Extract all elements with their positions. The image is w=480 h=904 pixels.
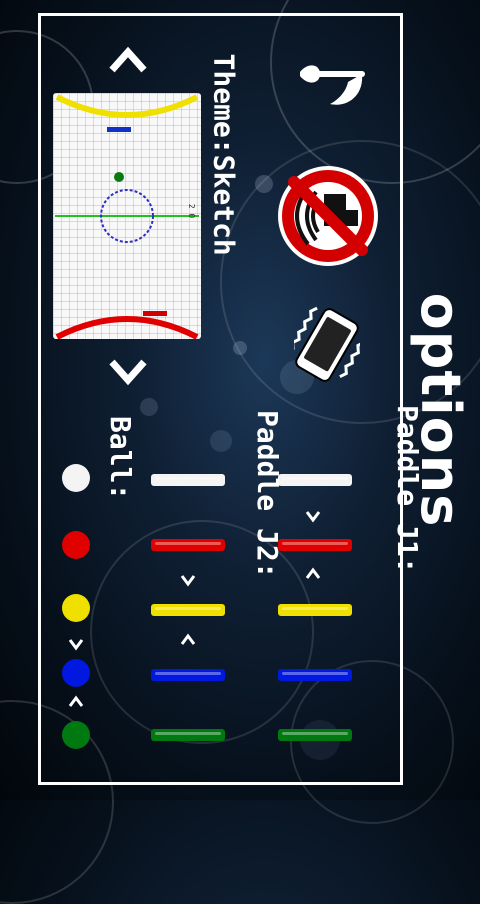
paddle-j2-color-blue[interactable] [151, 669, 225, 681]
paddle-j1-selector-down-icon [305, 508, 321, 524]
paddle-j2-selector-down-icon [180, 572, 196, 588]
paddle-j1-color-blue[interactable] [278, 669, 352, 681]
paddle-j2-label: Paddle J2: [251, 410, 284, 579]
chevron-down-icon [109, 359, 147, 386]
paddle-j2-selector-up-icon [180, 632, 196, 648]
preview-score: 2 0 [187, 203, 196, 219]
paddle-j1-color-white[interactable] [278, 474, 352, 486]
touch-vibration-toggle-button[interactable] [272, 160, 384, 272]
theme-preview: 2 0 [53, 93, 201, 339]
paddle-j2-color-yellow[interactable] [151, 604, 225, 616]
chevron-up-icon [109, 46, 147, 73]
paddle-j1-color-green[interactable] [278, 729, 352, 741]
ball-color-white[interactable] [62, 464, 90, 492]
ball-selector-up-icon [68, 694, 84, 710]
music-note-icon [300, 65, 365, 105]
ball-color-red[interactable] [62, 531, 90, 559]
ball-color-blue[interactable] [62, 659, 90, 687]
paddle-j2-color-red[interactable] [151, 539, 225, 551]
ball-color-green[interactable] [62, 721, 90, 749]
paddle-j2-color-white[interactable] [151, 474, 225, 486]
vibrating-phone-icon [291, 306, 366, 382]
ball-label: Ball: [104, 416, 137, 501]
vibration-toggle-button[interactable] [291, 300, 366, 390]
paddle-j1-label: Paddle J1: [391, 405, 424, 574]
paddle-j1-selector-up-icon [305, 566, 321, 582]
sound-toggle-button[interactable] [290, 60, 370, 115]
ball-color-yellow[interactable] [62, 594, 90, 622]
theme-label: Theme:Sketch [207, 53, 241, 256]
no-touch-vibration-icon [278, 166, 378, 266]
theme-next-button[interactable] [108, 356, 148, 388]
paddle-j1-color-yellow[interactable] [278, 604, 352, 616]
ball-selector-down-icon [68, 636, 84, 652]
paddle-j1-color-red[interactable] [278, 539, 352, 551]
paddle-j2-color-green[interactable] [151, 729, 225, 741]
theme-prev-button[interactable] [108, 44, 148, 76]
